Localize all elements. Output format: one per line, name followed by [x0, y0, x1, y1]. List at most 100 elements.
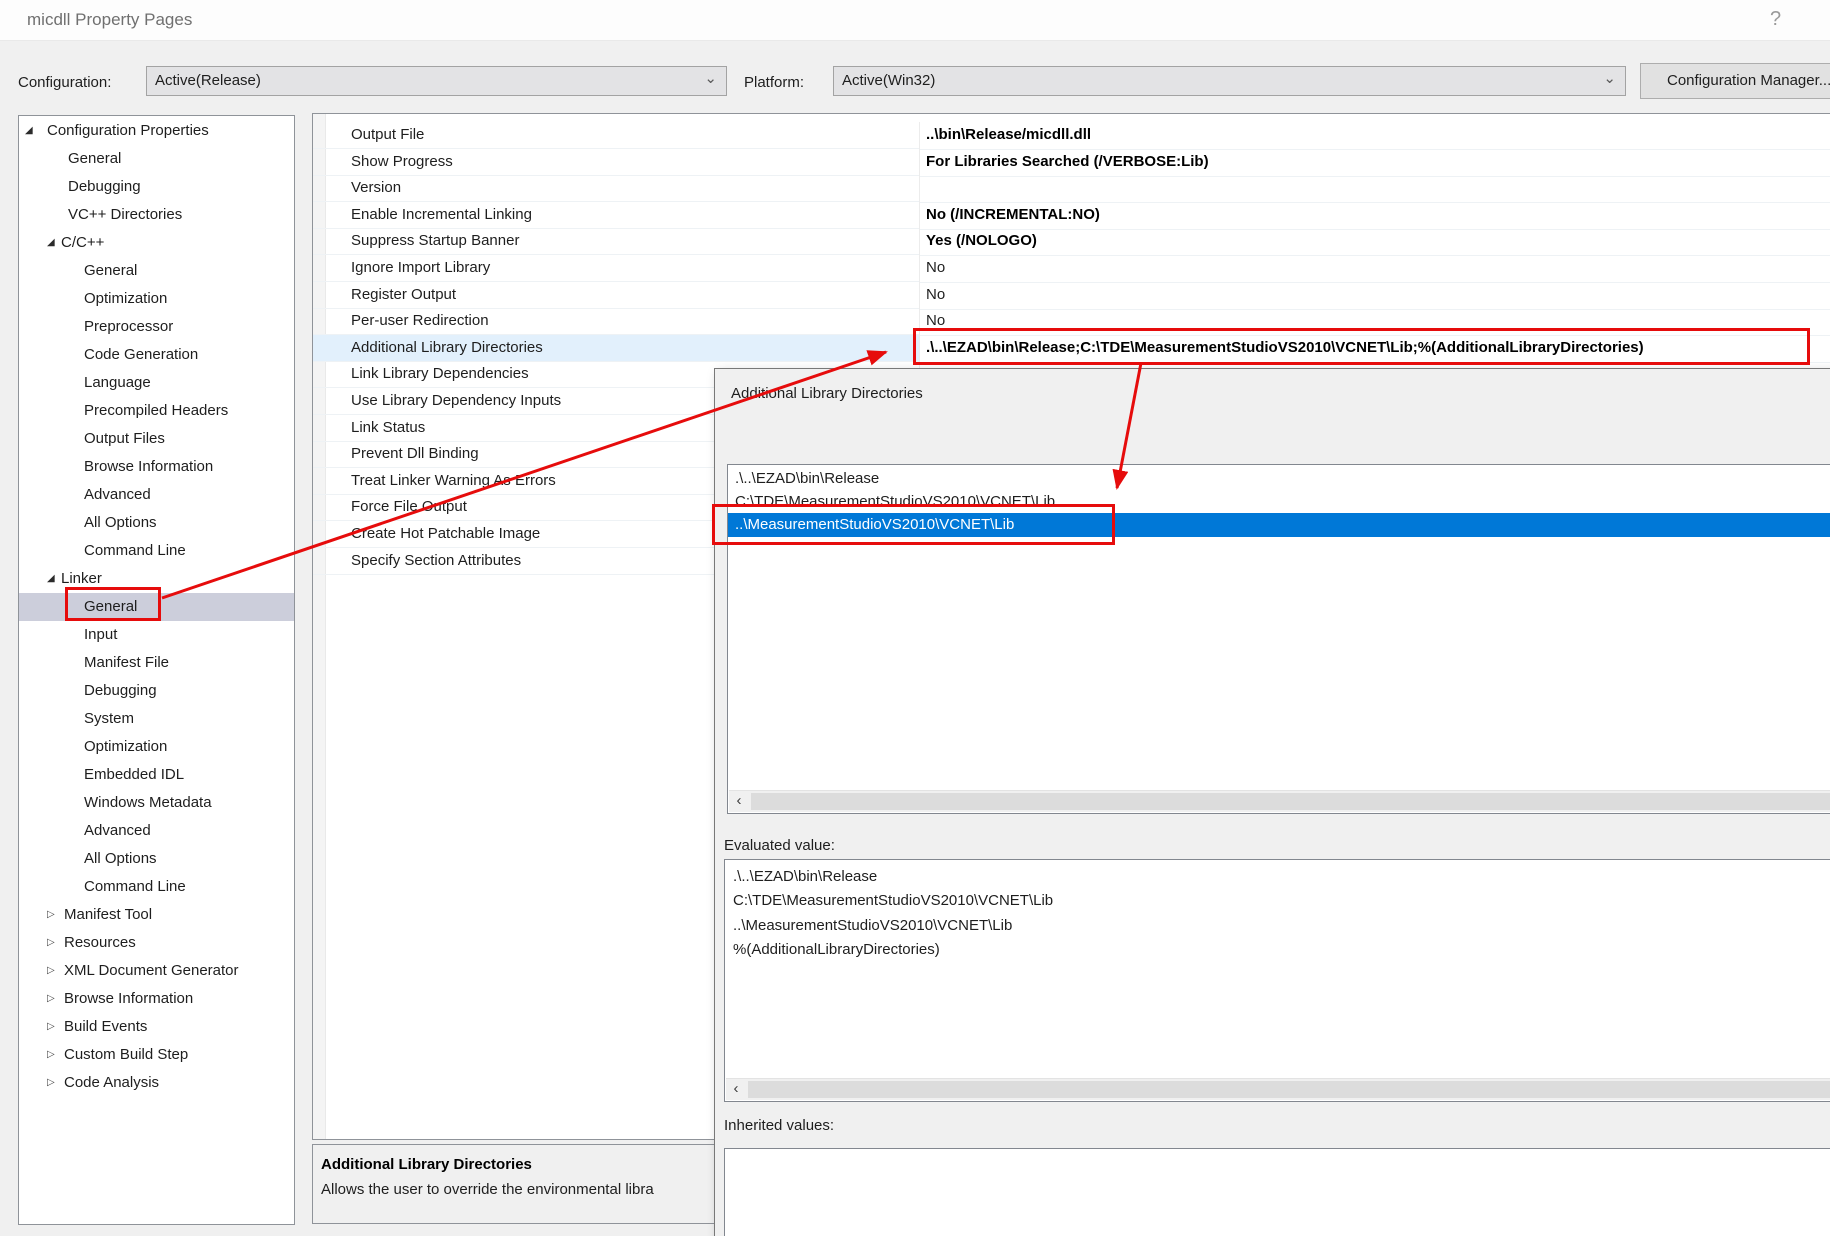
- tree-item-label: All Options: [84, 845, 157, 873]
- tree-item-label: Build Events: [64, 1013, 147, 1041]
- tree-item-resources[interactable]: ▷Resources: [19, 929, 294, 957]
- tree-item-manifest-tool[interactable]: ▷Manifest Tool: [19, 901, 294, 929]
- configuration-dropdown[interactable]: Active(Release) ⌄: [146, 66, 727, 96]
- directory-list-item[interactable]: ..\MeasurementStudioVS2010\VCNET\Lib: [728, 513, 1830, 537]
- tree-item-browse-information[interactable]: Browse Information: [19, 453, 294, 481]
- tree-item-label: System: [84, 705, 134, 733]
- tree-item-label: All Options: [84, 509, 157, 537]
- tree-item-windows-metadata[interactable]: Windows Metadata: [19, 789, 294, 817]
- property-value: For Libraries Searched (/VERBOSE:Lib): [919, 149, 1830, 177]
- tree-item-xml-document-generator[interactable]: ▷ XML Document Generator: [19, 957, 294, 985]
- configuration-manager-button[interactable]: Configuration Manager...: [1640, 63, 1830, 99]
- evaluated-value-line: .\..\EZAD\bin\Release: [733, 865, 1830, 889]
- tree-item-label: XML Document Generator: [64, 957, 239, 985]
- tree-item-precompiled-headers[interactable]: Precompiled Headers: [19, 397, 294, 425]
- scrollbar-thumb[interactable]: [751, 793, 1830, 810]
- tree-item-all-options[interactable]: All Options: [19, 509, 294, 537]
- tree-item-output-files[interactable]: Output Files: [19, 425, 294, 453]
- property-row-suppress-startup-banner[interactable]: Suppress Startup BannerYes (/NOLOGO): [313, 228, 1830, 255]
- tree-item-manifest-file[interactable]: Manifest File: [19, 649, 294, 677]
- evaluated-value-label: Evaluated value:: [724, 837, 835, 854]
- property-row-enable-incremental-linking[interactable]: Enable Incremental LinkingNo (/INCREMENT…: [313, 202, 1830, 229]
- tree-item-input[interactable]: Input: [19, 621, 294, 649]
- chevron-expanded-icon: ◢: [47, 565, 55, 593]
- tree-item-advanced[interactable]: Advanced: [19, 481, 294, 509]
- tree-item-preprocessor[interactable]: Preprocessor: [19, 313, 294, 341]
- evaluated-value-box: .\..\EZAD\bin\ReleaseC:\TDE\MeasurementS…: [724, 859, 1830, 1102]
- directory-list-item[interactable]: C:\TDE\MeasurementStudioVS2010\VCNET\Lib: [728, 490, 1830, 513]
- tree-item-label: General: [84, 257, 137, 285]
- tree-item-general[interactable]: General: [19, 593, 294, 621]
- tree-item-label: Advanced: [84, 817, 151, 845]
- tree-item-label: Debugging: [68, 173, 141, 201]
- property-value: [919, 175, 1830, 203]
- tree-item-label: Optimization: [84, 285, 167, 313]
- tree-item-label: Command Line: [84, 873, 186, 901]
- tree-item-label: Debugging: [84, 677, 157, 705]
- inherited-values-box: [724, 1148, 1830, 1236]
- tree-item-command-line[interactable]: Command Line: [19, 873, 294, 901]
- configuration-tree: ◢Configuration PropertiesGeneralDebuggin…: [18, 115, 295, 1225]
- chevron-collapsed-icon: ▷: [47, 1069, 55, 1097]
- property-row-register-output[interactable]: Register OutputNo: [313, 282, 1830, 309]
- inherited-values-label: Inherited values:: [724, 1117, 834, 1134]
- tree-item-vc-directories[interactable]: VC++ Directories: [19, 201, 294, 229]
- chevron-collapsed-icon: ▷: [47, 957, 55, 985]
- directory-list-item[interactable]: .\..\EZAD\bin\Release: [728, 467, 1830, 490]
- chevron-expanded-icon: ◢: [47, 229, 55, 257]
- tree-item-linker[interactable]: ◢Linker: [19, 565, 294, 593]
- scroll-left-icon[interactable]: ‹: [729, 791, 749, 811]
- tree-item-build-events[interactable]: ▷ Build Events: [19, 1013, 294, 1041]
- tree-item-optimization[interactable]: Optimization: [19, 733, 294, 761]
- tree-item-label: Command Line: [84, 537, 186, 565]
- property-name: Register Output: [313, 282, 919, 309]
- tree-item-debugging[interactable]: Debugging: [19, 173, 294, 201]
- property-row-ignore-import-library[interactable]: Ignore Import LibraryNo: [313, 255, 1830, 282]
- horizontal-scrollbar[interactable]: ‹: [729, 790, 1830, 812]
- tree-item-label: Custom Build Step: [64, 1041, 188, 1069]
- chevron-collapsed-icon: ▷: [47, 1013, 55, 1041]
- property-row-per-user-redirection[interactable]: Per-user RedirectionNo: [313, 308, 1830, 335]
- property-value: No (/INCREMENTAL:NO): [919, 202, 1830, 230]
- tree-item-general[interactable]: General: [19, 257, 294, 285]
- tree-item-label: VC++ Directories: [68, 201, 182, 229]
- tree-item-label: Preprocessor: [84, 313, 173, 341]
- tree-item-embedded-idl[interactable]: Embedded IDL: [19, 761, 294, 789]
- property-row-version[interactable]: Version: [313, 175, 1830, 202]
- tree-item-general[interactable]: General: [19, 145, 294, 173]
- tree-item-label: Resources: [64, 929, 136, 957]
- tree-item-command-line[interactable]: Command Line: [19, 537, 294, 565]
- property-value: No: [919, 255, 1830, 283]
- property-value: ..\bin\Release/micdll.dll: [919, 122, 1830, 150]
- property-name: Additional Library Directories: [313, 335, 919, 362]
- property-row-additional-library-directories[interactable]: Additional Library Directories.\..\EZAD\…: [313, 335, 1830, 362]
- tree-item-all-options[interactable]: All Options: [19, 845, 294, 873]
- tree-item-optimization[interactable]: Optimization: [19, 285, 294, 313]
- directory-list[interactable]: .\..\EZAD\bin\ReleaseC:\TDE\MeasurementS…: [727, 464, 1830, 814]
- platform-dropdown[interactable]: Active(Win32) ⌄: [833, 66, 1626, 96]
- tree-item-browse-information[interactable]: ▷Browse Information: [19, 985, 294, 1013]
- tree-item-custom-build-step[interactable]: ▷Custom Build Step: [19, 1041, 294, 1069]
- tree-item-system[interactable]: System: [19, 705, 294, 733]
- tree-item-code-analysis[interactable]: ▷Code Analysis: [19, 1069, 294, 1097]
- property-row-show-progress[interactable]: Show ProgressFor Libraries Searched (/VE…: [313, 149, 1830, 176]
- tree-item-configuration-properties[interactable]: ◢Configuration Properties: [19, 117, 294, 145]
- tree-item-debugging[interactable]: Debugging: [19, 677, 294, 705]
- evaluated-value-line: %(AdditionalLibraryDirectories): [733, 938, 1830, 962]
- property-row-output-file[interactable]: Output File..\bin\Release/micdll.dll: [313, 122, 1830, 149]
- tree-item-code-generation[interactable]: Code Generation: [19, 341, 294, 369]
- help-icon[interactable]: ?: [1770, 8, 1781, 31]
- tree-item-label: Windows Metadata: [84, 789, 212, 817]
- tree-item-label: Optimization: [84, 733, 167, 761]
- chevron-collapsed-icon: ▷: [47, 985, 55, 1013]
- scroll-left-icon[interactable]: ‹: [726, 1079, 746, 1099]
- tree-item-advanced[interactable]: Advanced: [19, 817, 294, 845]
- tree-item-label: Manifest File: [84, 649, 169, 677]
- tree-item-label: General: [84, 593, 137, 621]
- property-name: Version: [313, 175, 919, 202]
- tree-item-c-c[interactable]: ◢C/C++: [19, 229, 294, 257]
- horizontal-scrollbar[interactable]: ‹: [726, 1078, 1830, 1100]
- tree-item-label: Input: [84, 621, 117, 649]
- scrollbar-thumb[interactable]: [748, 1081, 1830, 1098]
- tree-item-language[interactable]: Language: [19, 369, 294, 397]
